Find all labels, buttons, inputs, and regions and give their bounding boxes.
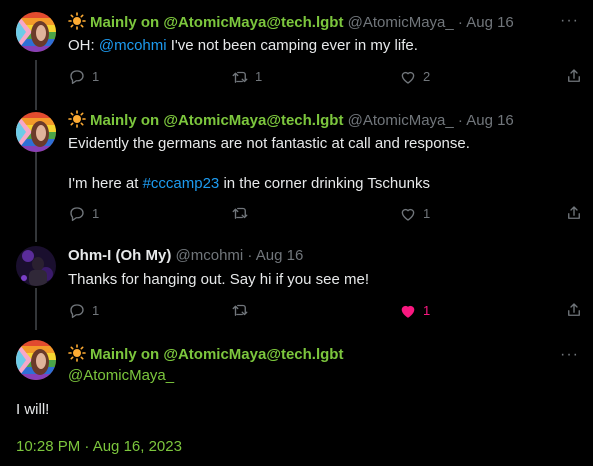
reply-icon [70,207,84,222]
like-count: 2 [423,69,431,84]
focus-tweet-text: I will! [16,401,50,418]
tweet-text-line: Evidently the germans are not fantastic … [68,135,470,152]
display-name[interactable]: Mainly on @AtomicMaya@tech.lgbt [90,14,343,31]
like-button[interactable]: 2 [399,67,430,87]
handle[interactable]: @AtomicMaya_ [348,112,454,129]
like-count: 1 [423,206,431,221]
reply-count: 1 [92,69,100,84]
like-button[interactable]: 1 [399,204,430,224]
share-button[interactable] [565,301,583,319]
separator: · [457,14,463,31]
retweet-icon [232,304,248,316]
tweet-header: Mainly on @AtomicMaya@tech.lgbt @AtomicM… [68,12,514,33]
reply-count: 1 [92,303,100,318]
like-icon [401,71,415,84]
text-segment: OH: [68,37,99,54]
display-name[interactable]: Ohm-I (Oh My) [68,247,171,264]
action-bar: 1 1 [68,301,583,321]
action-bar: 1 1 [68,204,583,224]
more-icon[interactable]: ··· [560,12,579,30]
tweet-1[interactable]: Mainly on @AtomicMaya@tech.lgbt @AtomicM… [0,0,593,104]
sun-emoji-icon [68,344,86,362]
like-icon [401,305,415,318]
text-segment: I've not been camping ever in my life. [166,37,418,54]
separator: · [457,112,463,129]
retweet-button[interactable] [231,301,255,319]
reply-count: 1 [92,206,100,221]
display-name[interactable]: Mainly on @AtomicMaya@tech.lgbt [90,112,343,129]
mention-link[interactable]: @mcohmi [99,37,167,54]
avatar[interactable] [16,340,56,380]
tweet-date[interactable]: Aug 16 [466,14,514,31]
share-button[interactable] [565,67,583,85]
like-button[interactable]: 1 [399,301,430,321]
reply-button[interactable]: 1 [68,301,99,321]
retweet-button[interactable] [231,204,255,222]
tweet-text-line: I'm here at #cccamp23 in the corner drin… [68,174,430,194]
share-icon [568,303,580,316]
retweet-icon [232,71,248,83]
focus-timestamp[interactable]: 10:28 PM · Aug 16, 2023 [16,437,182,457]
retweet-count: 1 [255,69,263,84]
retweet-icon [232,207,248,219]
reply-icon [70,70,84,85]
handle[interactable]: @AtomicMaya_ [68,366,174,386]
tweet-date[interactable]: Aug 16 [256,247,304,264]
tweet-date[interactable]: Aug 16 [466,112,514,129]
sun-emoji-icon [68,12,86,30]
sun-emoji-icon [68,110,86,128]
separator: · [247,247,253,264]
share-icon [568,69,580,82]
like-count: 1 [423,303,431,318]
reply-icon [70,304,84,319]
tweet-3[interactable]: Ohm-I (Oh My) @mcohmi · Aug 16 Thanks fo… [0,234,593,334]
reply-button[interactable]: 1 [68,204,99,224]
avatar[interactable] [16,246,56,286]
action-bar: 1 1 2 [68,67,583,87]
tweet-text: OH: @mcohmi I've not been camping ever i… [68,36,418,56]
handle[interactable]: @mcohmi [176,247,244,264]
tweet-header: Mainly on @AtomicMaya@tech.lgbt @AtomicM… [68,110,514,131]
text-segment: I'm here at [68,175,143,192]
share-button[interactable] [565,204,583,222]
display-name[interactable]: Mainly on @AtomicMaya@tech.lgbt [90,346,343,363]
avatar[interactable] [16,12,56,52]
text-segment: in the corner drinking Tschunks [219,175,430,192]
handle[interactable]: @AtomicMaya_ [348,14,454,31]
hashtag-link[interactable]: #cccamp23 [143,175,220,192]
share-icon [568,206,580,219]
retweet-button[interactable]: 1 [231,67,262,87]
reply-button[interactable]: 1 [68,67,99,87]
tweet-2[interactable]: Mainly on @AtomicMaya@tech.lgbt @AtomicM… [0,104,593,234]
tweet-text: Thanks for hanging out. Say hi if you se… [68,271,370,288]
focus-header: Mainly on @AtomicMaya@tech.lgbt [68,344,343,365]
like-icon [401,208,415,221]
more-icon[interactable]: ··· [560,346,579,364]
tweet-header: Ohm-I (Oh My) @mcohmi · Aug 16 [68,246,303,266]
avatar[interactable] [16,112,56,152]
